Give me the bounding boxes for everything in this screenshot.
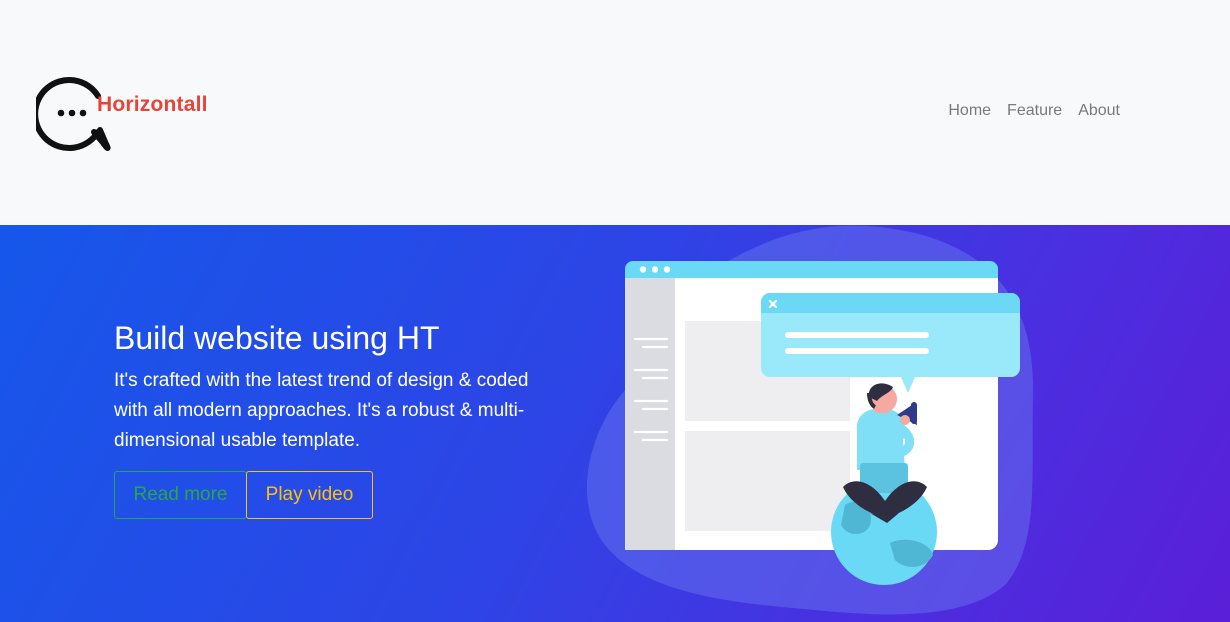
hero-title: Build website using HT: [114, 320, 440, 356]
nav-feature-link[interactable]: Feature: [1007, 102, 1062, 120]
brand-name: Horizontall: [97, 93, 208, 116]
main-nav: Home Feature About: [948, 102, 1120, 120]
hero-section: Build website using HT It's crafted with…: [0, 225, 1230, 622]
hero-description: It's crafted with the latest trend of de…: [114, 370, 529, 451]
website-megaphone-illustration: [586, 225, 1034, 615]
read-more-button[interactable]: Read more: [114, 471, 247, 519]
nav-about-link[interactable]: About: [1078, 102, 1120, 120]
nav-home-link[interactable]: Home: [948, 102, 991, 120]
play-video-button[interactable]: Play video: [246, 471, 373, 519]
navbar: Horizontall Home Feature About: [0, 0, 1230, 225]
